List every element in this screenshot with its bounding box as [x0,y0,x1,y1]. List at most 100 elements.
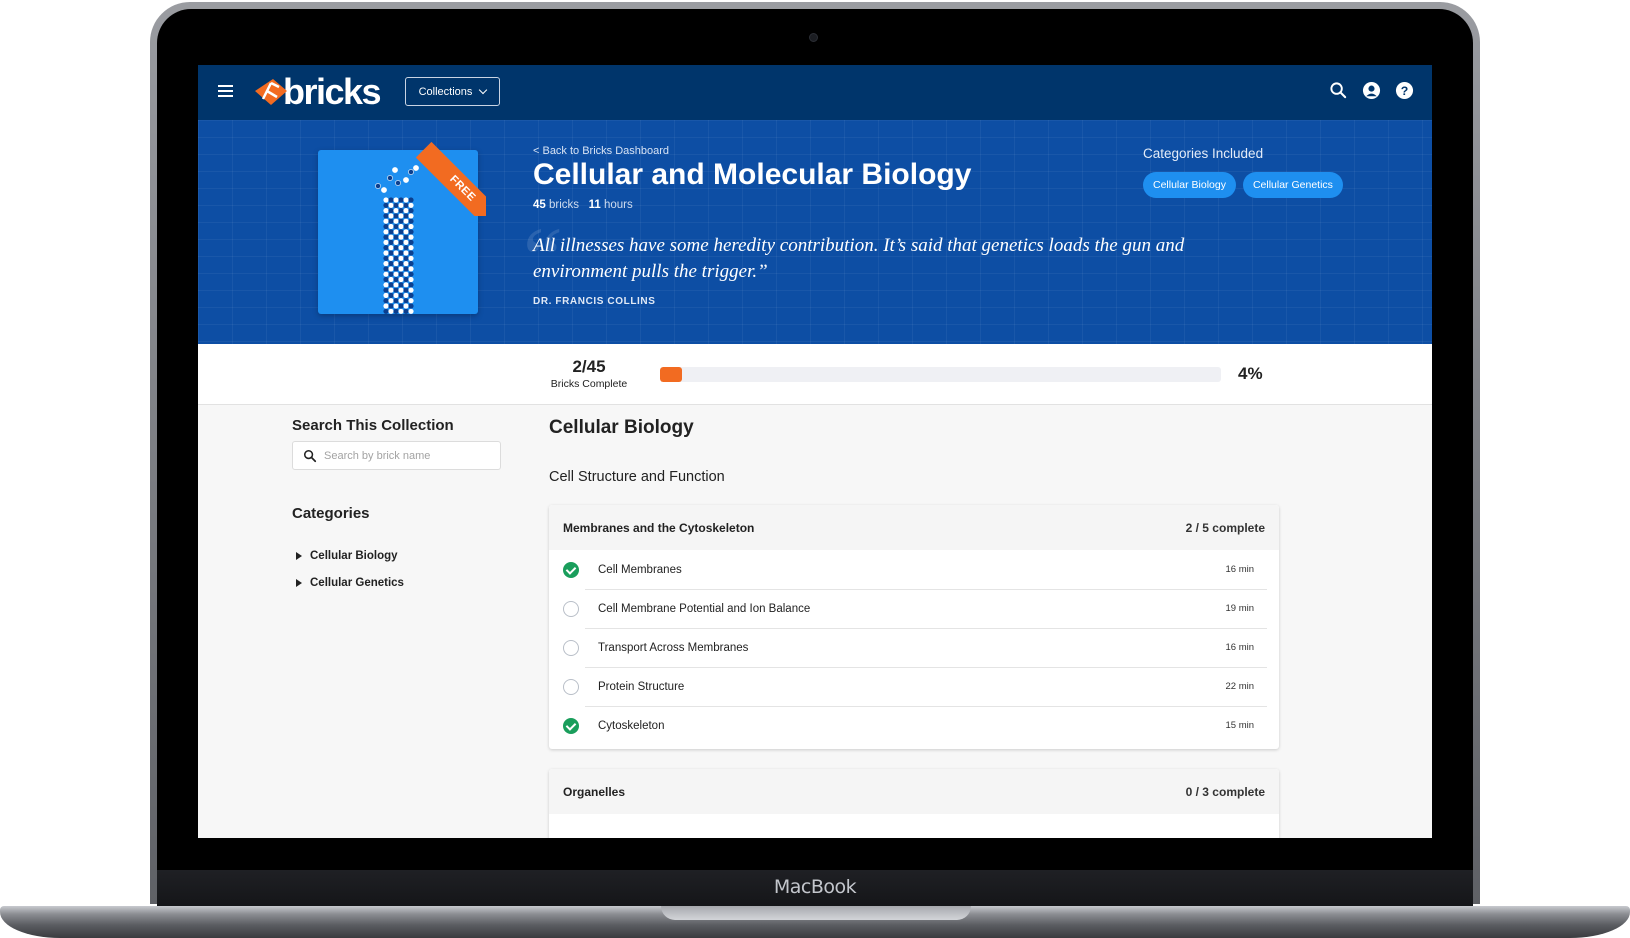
category-chip-cellular-biology[interactable]: Cellular Biology [1143,172,1236,198]
brick-name: Cell Membranes [598,563,682,576]
categories-included-label: Categories Included [1143,146,1264,161]
helix-dot [393,282,399,288]
search-icon [303,449,317,462]
helix-dot [383,292,389,298]
top-nav: bricks Collections ? [198,65,1432,120]
helix-dot [403,223,409,230]
helix-dot [381,187,387,193]
helix-dot [393,223,399,230]
helix-dot [383,298,389,304]
helix-dot [403,303,409,309]
helix-dot [403,276,409,283]
helix-dot [393,208,399,214]
subsection-title: Cell Structure and Function [549,469,725,485]
helix-dot [383,202,389,208]
main-content: Cellular Biology Cell Structure and Func… [549,417,1279,838]
brick-name: Protein Structure [598,680,685,693]
module-complete: 2 / 5 complete [1185,520,1265,535]
bricks-complete-label: Bricks Complete [550,378,628,390]
brick-row[interactable]: Cell Membranes 16 min [549,550,1279,589]
helix-dot [408,266,414,272]
bricks-complete-count: 2/45 [572,357,606,376]
module-title: Organelles [563,784,626,799]
helix-dot [408,271,414,277]
collection-title: Cellular and Molecular Biology [533,158,972,191]
helix-dot [388,197,394,203]
helix-dot [408,308,414,314]
helix-dot [393,298,399,304]
device-label: MacBook [773,876,857,898]
helix-dot [408,303,414,309]
sidebar: Search This Collection Categories Cellul… [292,417,504,596]
helix-dot [403,213,409,219]
search-box [292,441,501,470]
helix-dot [408,223,414,230]
helix-dot [398,298,404,304]
helix-dot [398,223,404,230]
module-header[interactable]: Membranes and the Cytoskeleton 2 / 5 com… [549,505,1279,550]
helix-dot [398,213,404,219]
collections-label: Collections [418,85,473,98]
search-input[interactable] [324,449,494,462]
helix-dot [383,245,389,251]
helix-dot [388,208,394,214]
help-icon[interactable]: ? [1395,81,1414,100]
search-icon[interactable] [1329,81,1348,100]
helix-dot [408,245,414,251]
brick-name: Cytoskeleton [598,719,665,732]
helix-dot [388,276,394,283]
helix-dot [383,197,389,203]
helix-dot [398,276,404,283]
helix-dot [398,245,404,251]
progress-percent: 4% [1238,364,1263,383]
helix-dot [388,298,394,304]
section-title: Cellular Biology [549,417,694,438]
bricks-complete: 2/45 Bricks Complete [548,357,630,390]
helix-dot [388,282,394,288]
category-item-cellular-genetics[interactable]: Cellular Genetics [292,569,504,596]
helix-dot [403,177,409,183]
helix-dot [403,298,409,304]
helix-dot [398,308,404,314]
helix-dot [393,202,399,208]
svg-text:?: ? [1401,84,1409,98]
helix-dot [408,276,414,283]
helix-dot [388,223,394,230]
helix-dot [403,234,409,240]
helix-dot [383,276,389,283]
camera-icon [809,33,818,42]
helix-dot [388,234,394,240]
helix-dot [408,234,414,240]
module-header[interactable]: Organelles 0 / 3 complete [549,769,1279,814]
helix-dot [398,261,404,267]
helix-dot [393,218,399,224]
helix-dot [403,271,409,277]
helix-dot [383,255,389,261]
helix-dot [403,208,409,214]
search-heading: Search This Collection [292,417,454,434]
brick-row[interactable]: Cell Membrane Potential and Ion Balance … [549,589,1279,628]
helix-dot [398,218,404,224]
brick-row[interactable]: Cytoskeleton 15 min [549,706,1279,745]
category-label: Cellular Genetics [310,576,404,589]
helix-dot [393,303,399,309]
brick-row[interactable]: Protein Structure 22 min [549,667,1279,706]
back-to-dashboard-link[interactable]: < Back to Bricks Dashboard [533,145,669,157]
helix-dot [383,234,389,240]
helix-dot [393,261,399,267]
brick-duration: 15 min [1225,720,1254,731]
category-item-cellular-biology[interactable]: Cellular Biology [292,542,504,569]
helix-dot [388,202,394,208]
helix-dot [383,250,389,256]
collections-dropdown[interactable]: Collections [405,77,500,106]
category-chip-cellular-genetics[interactable]: Cellular Genetics [1242,172,1343,198]
account-icon[interactable] [1362,81,1381,100]
screen: bricks Collections ? FREE < Back to Bric… [198,65,1432,838]
menu-icon[interactable] [218,85,233,97]
helix-dot [383,282,389,288]
helix-dot [398,303,404,309]
helix-dot [383,303,389,309]
brick-duration: 16 min [1225,642,1254,653]
logo[interactable]: bricks [253,71,382,113]
brick-row[interactable]: Transport Across Membranes 16 min [549,628,1279,667]
